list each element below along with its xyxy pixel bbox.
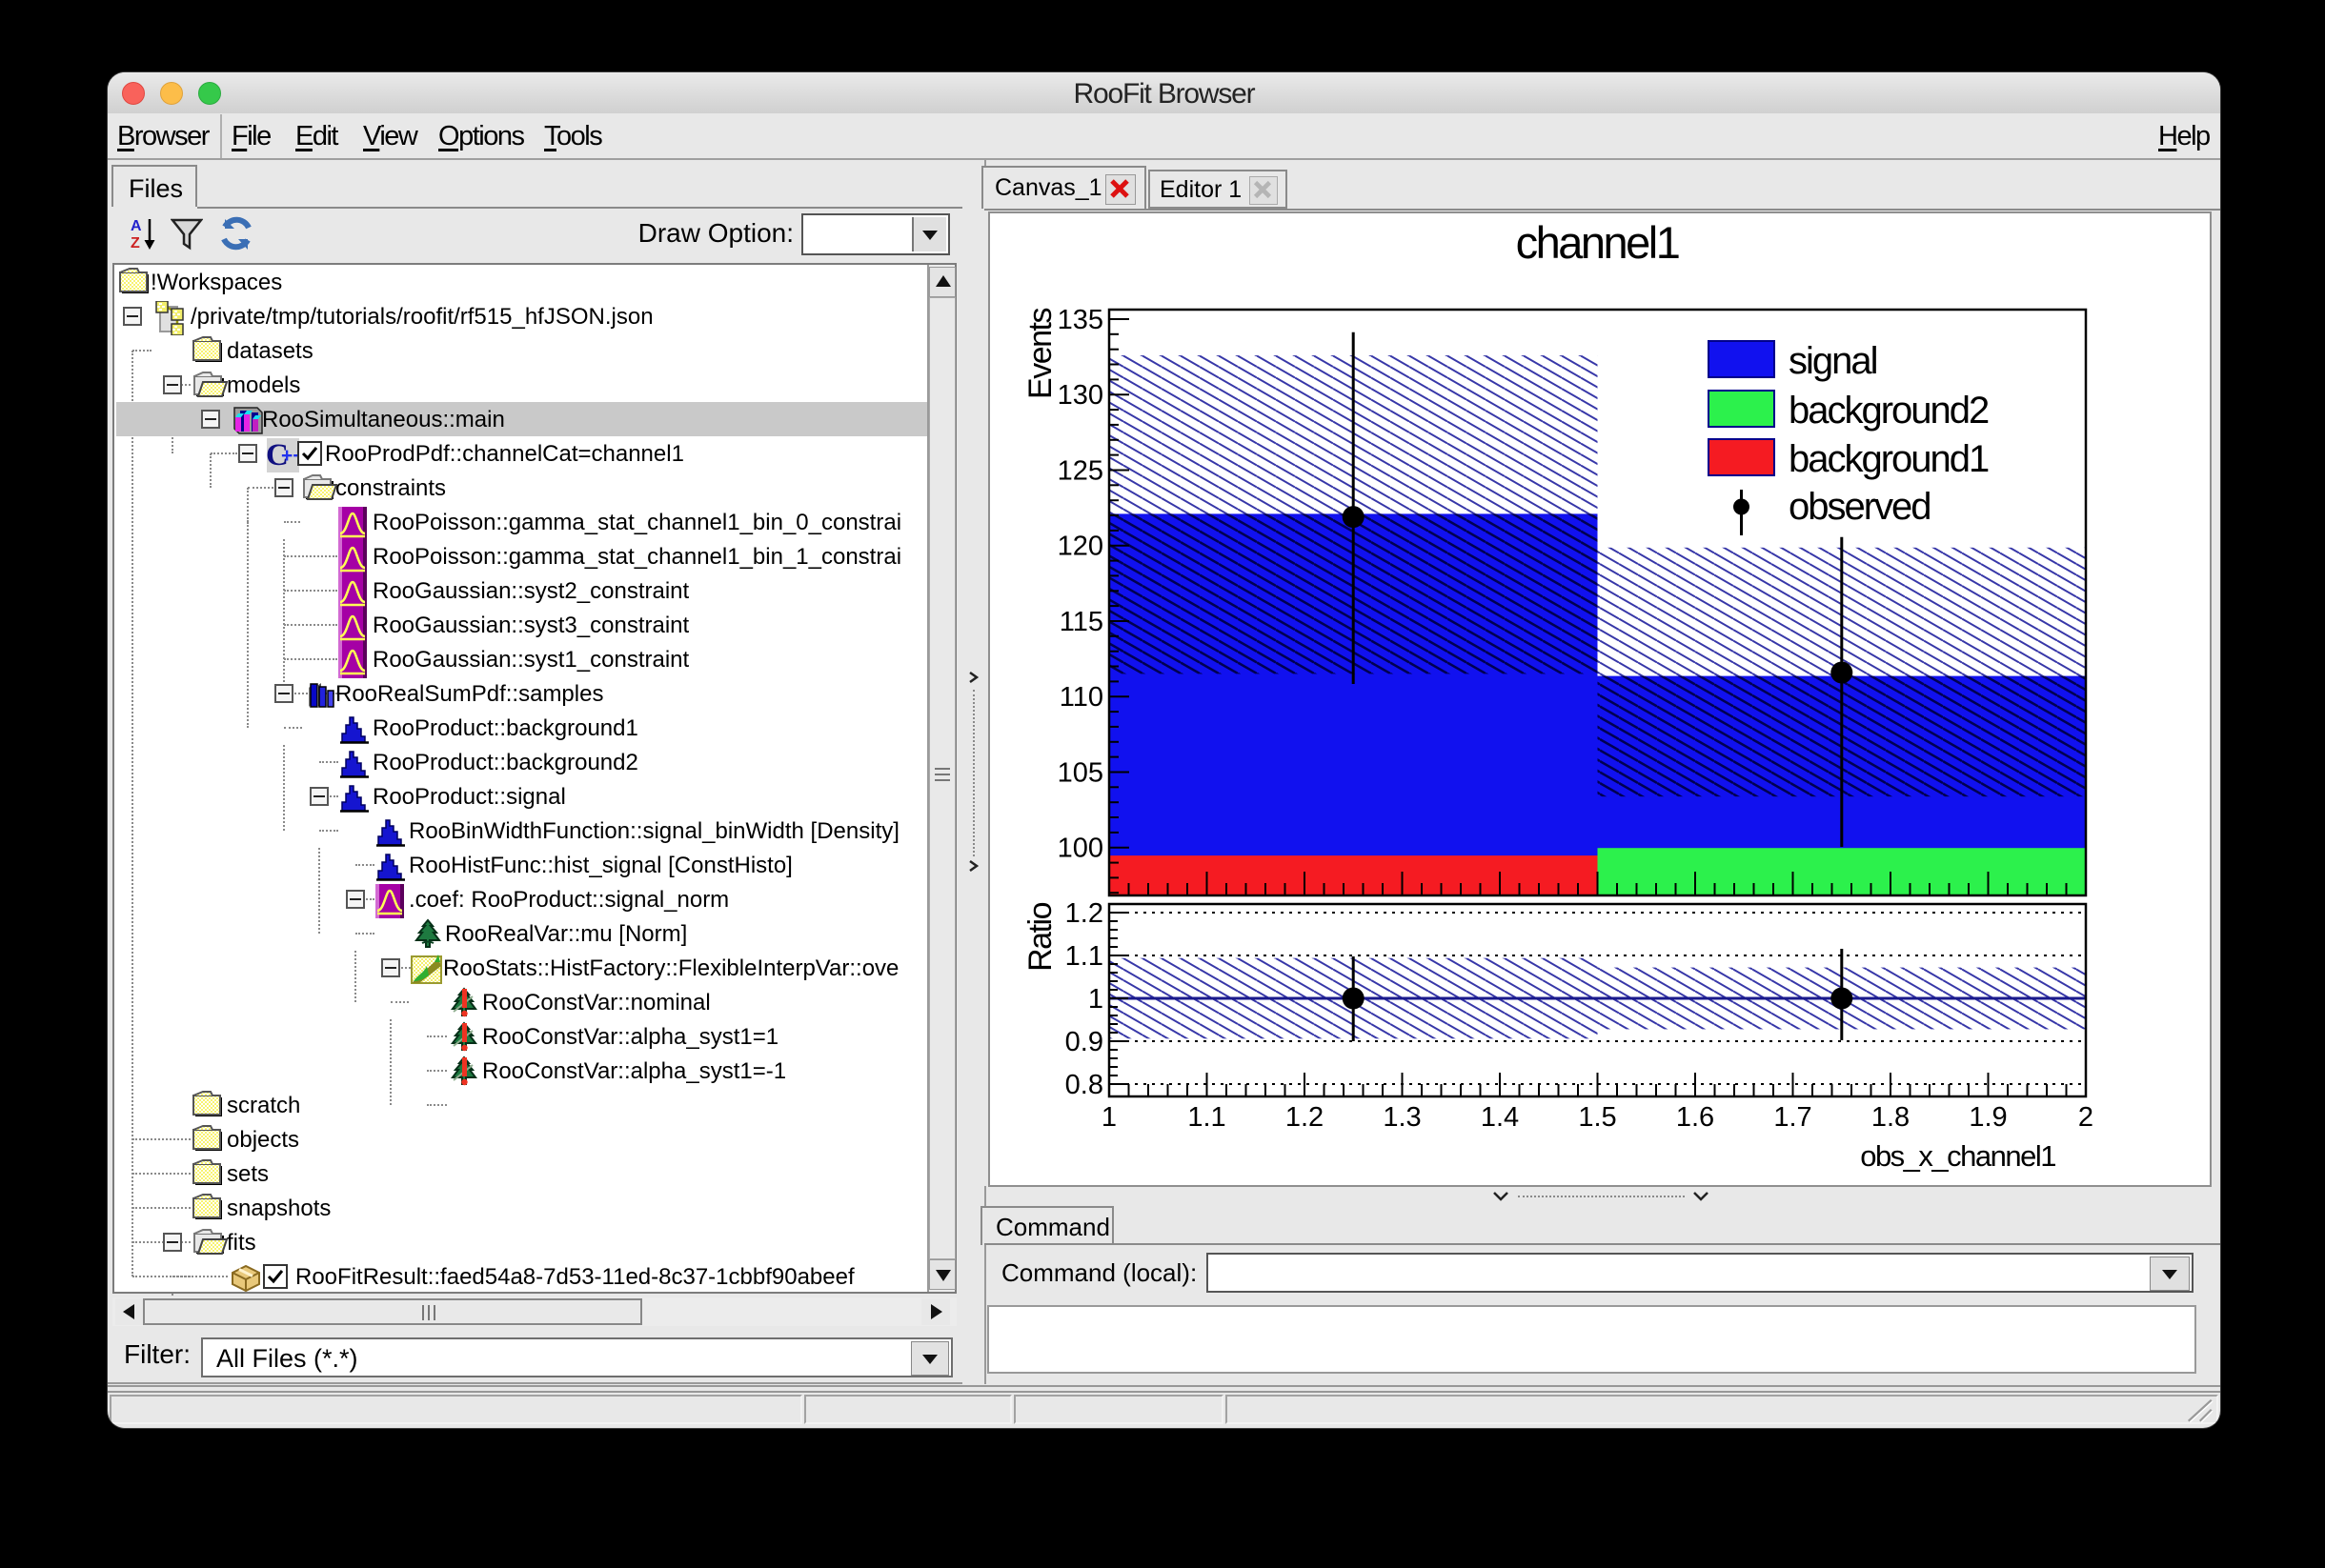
svg-text:background2: background2 (1789, 390, 1989, 432)
svg-text:1.5: 1.5 (1578, 1102, 1616, 1133)
svg-text:1.4: 1.4 (1481, 1102, 1519, 1133)
svg-text:channel1: channel1 (1516, 217, 1679, 268)
svg-text:A: A (131, 218, 142, 234)
svg-text:1: 1 (1102, 1102, 1117, 1133)
svg-text:0.8: 0.8 (1065, 1070, 1103, 1100)
svg-text:1.8: 1.8 (1871, 1102, 1910, 1133)
svg-text:1.2: 1.2 (1065, 898, 1103, 929)
svg-text:110: 110 (1060, 682, 1103, 713)
svg-text:signal: signal (1789, 340, 1877, 382)
svg-text:1.7: 1.7 (1773, 1102, 1811, 1133)
svg-text:105: 105 (1058, 758, 1103, 789)
svg-text:1.6: 1.6 (1676, 1102, 1714, 1133)
svg-text:1.2: 1.2 (1285, 1102, 1324, 1133)
svg-text:background1: background1 (1789, 438, 1989, 480)
svg-text:135: 135 (1058, 305, 1103, 335)
svg-text:1: 1 (1088, 984, 1103, 1015)
svg-text:observed: observed (1789, 486, 1931, 528)
svg-text:Ratio: Ratio (1022, 902, 1059, 971)
svg-text:1.3: 1.3 (1383, 1102, 1421, 1133)
svg-text:Events: Events (1022, 309, 1059, 399)
svg-text:1.1: 1.1 (1065, 941, 1103, 972)
svg-text:1.9: 1.9 (1969, 1102, 2007, 1133)
svg-text:2: 2 (2078, 1102, 2093, 1133)
svg-text:1.1: 1.1 (1187, 1102, 1225, 1133)
svg-text:130: 130 (1058, 380, 1103, 411)
svg-text:115: 115 (1060, 607, 1103, 637)
svg-text:100: 100 (1058, 834, 1103, 864)
svg-text:125: 125 (1058, 456, 1103, 487)
svg-text:120: 120 (1058, 532, 1103, 562)
svg-text:obs_x_channel1: obs_x_channel1 (1860, 1139, 2055, 1173)
svg-text:0.9: 0.9 (1065, 1027, 1103, 1057)
svg-text:Z: Z (131, 235, 140, 251)
